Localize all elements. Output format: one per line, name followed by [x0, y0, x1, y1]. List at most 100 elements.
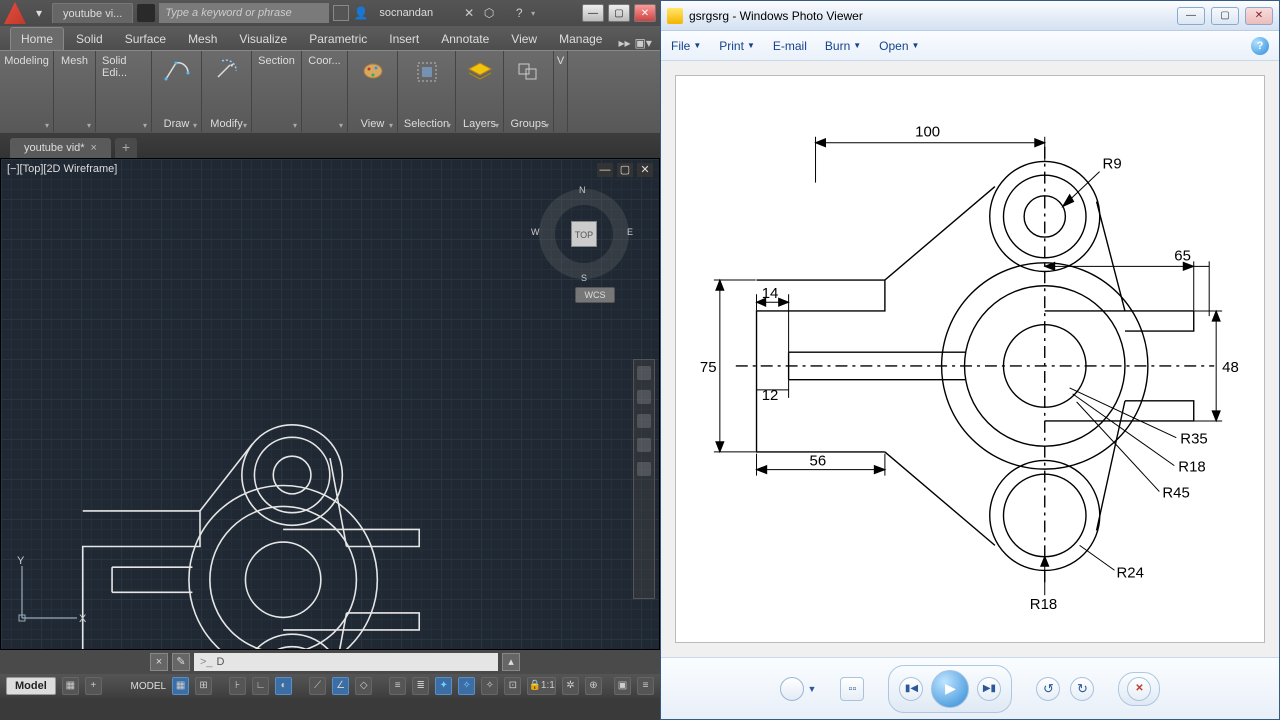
close-button[interactable]: ✕: [634, 4, 656, 22]
polar-icon[interactable]: ◐: [275, 677, 292, 695]
customize-icon[interactable]: ≡: [637, 677, 654, 695]
qat-dropdown-icon[interactable]: ▾: [30, 4, 48, 22]
previous-button[interactable]: ▮◀: [899, 677, 923, 701]
apps-grid-icon[interactable]: [333, 5, 349, 21]
save-icon[interactable]: [137, 4, 155, 22]
ribbon-panel-section[interactable]: Section▾: [252, 51, 302, 132]
viewcube[interactable]: TOP N S E W: [539, 189, 629, 279]
cmd-options-icon[interactable]: ✎: [172, 653, 190, 671]
vp-minimize-icon[interactable]: —: [597, 163, 613, 177]
signin-user-icon[interactable]: 👤: [353, 5, 369, 21]
units-icon[interactable]: ⊡: [504, 677, 521, 695]
pv-close-button[interactable]: ✕: [1245, 7, 1273, 25]
username-label[interactable]: socnandan: [373, 7, 439, 19]
cmd-recent-icon[interactable]: ▴: [502, 653, 520, 671]
actual-size-button[interactable]: ▫▫: [840, 677, 864, 701]
quickaccess-doc-tab[interactable]: youtube vi...: [52, 3, 133, 23]
autocad-logo-icon[interactable]: [4, 2, 26, 24]
menu-print[interactable]: Print▼: [719, 39, 755, 53]
cleanscreen-icon[interactable]: ▣: [614, 677, 631, 695]
ribbon-tab-visualize[interactable]: Visualize: [229, 28, 297, 50]
next-button[interactable]: ▶▮: [977, 677, 1001, 701]
ribbon-tab-surface[interactable]: Surface: [115, 28, 176, 50]
nav-zoom-icon[interactable]: [637, 414, 651, 428]
ortho-icon[interactable]: ∟: [252, 677, 269, 695]
ribbon-tab-manage[interactable]: Manage: [549, 28, 612, 50]
navigation-bar[interactable]: [633, 359, 655, 599]
close-tab-icon[interactable]: ×: [91, 142, 97, 154]
ribbon-panel-solidediting[interactable]: Solid Edi...▾: [96, 51, 152, 132]
pv-canvas[interactable]: 100 R9 65 14: [661, 61, 1279, 657]
vp-close-icon[interactable]: ✕: [637, 163, 653, 177]
wcs-badge[interactable]: WCS: [575, 287, 615, 303]
ribbon-tab-parametric[interactable]: Parametric: [299, 28, 377, 50]
layout-quickview-icon[interactable]: ▦: [62, 677, 79, 695]
nav-orbit-icon[interactable]: [637, 438, 651, 452]
command-input[interactable]: >_ D: [194, 653, 498, 671]
restore-button[interactable]: ▢: [608, 4, 630, 22]
annoscale-icon[interactable]: 🔒1:1: [527, 677, 556, 695]
ribbon-panel-coordinates[interactable]: Coor...▾: [302, 51, 348, 132]
a360-icon[interactable]: ⬡: [481, 5, 497, 21]
osnap-icon[interactable]: ∠: [332, 677, 349, 695]
isodraft-icon[interactable]: ⟋: [309, 677, 326, 695]
menu-open[interactable]: Open▼: [879, 39, 919, 53]
play-slideshow-button[interactable]: ▶: [931, 670, 969, 708]
layout-plus-icon[interactable]: +: [85, 677, 102, 695]
ribbon-panel-mesh[interactable]: Mesh▾: [54, 51, 96, 132]
ribbon-panel-draw[interactable]: Draw▾: [152, 51, 202, 132]
ribbon-tab-mesh[interactable]: Mesh: [178, 28, 227, 50]
new-tab-button[interactable]: +: [115, 138, 137, 158]
help-icon[interactable]: ?: [511, 5, 527, 21]
nav-showmotion-icon[interactable]: [637, 462, 651, 476]
delete-button[interactable]: ✕: [1127, 677, 1151, 701]
tpy-icon[interactable]: ✦: [435, 677, 452, 695]
zoom-control[interactable]: ▼: [780, 677, 817, 701]
ribbon-tab-home[interactable]: Home: [10, 27, 64, 50]
viewport-label[interactable]: [−][Top][2D Wireframe]: [7, 163, 117, 175]
rotate-ccw-button[interactable]: ↺: [1036, 677, 1060, 701]
pv-help-icon[interactable]: ?: [1251, 37, 1269, 55]
search-input[interactable]: Type a keyword or phrase: [159, 3, 329, 23]
pv-minimize-button[interactable]: —: [1177, 7, 1205, 25]
rotate-cw-button[interactable]: ↻: [1070, 677, 1094, 701]
grid-toggle-icon[interactable]: ▦: [172, 677, 189, 695]
ribbon-overflow[interactable]: V: [554, 51, 568, 132]
exchange-icon[interactable]: ✕: [461, 5, 477, 21]
ribbon-panel-modeling[interactable]: Modeling▾: [0, 51, 54, 132]
ribbon-panel-groups[interactable]: Groups▾: [504, 51, 554, 132]
viewcube-face[interactable]: TOP: [571, 221, 597, 247]
viewport[interactable]: [−][Top][2D Wireframe] — ▢ ✕: [0, 158, 660, 650]
vp-maximize-icon[interactable]: ▢: [617, 163, 633, 177]
ribbon-panel-modify[interactable]: Modify▾: [202, 51, 252, 132]
ribbon-panel-view[interactable]: View▾: [348, 51, 398, 132]
snapmode-icon[interactable]: ⊞: [195, 677, 212, 695]
magnifier-icon[interactable]: [780, 677, 804, 701]
pv-maximize-button[interactable]: ▢: [1211, 7, 1239, 25]
qp-icon[interactable]: ✧: [458, 677, 475, 695]
cmd-close-icon[interactable]: ×: [150, 653, 168, 671]
lwt-icon[interactable]: ≣: [412, 677, 429, 695]
infred-icon[interactable]: ⊦: [229, 677, 246, 695]
ribbon-tab-insert[interactable]: Insert: [379, 28, 429, 50]
menu-email[interactable]: E-mail: [773, 39, 807, 53]
minimize-button[interactable]: —: [582, 4, 604, 22]
sc-icon[interactable]: ✧: [481, 677, 498, 695]
ribbon-minimize-icon[interactable]: ▣▾: [635, 36, 652, 50]
ribbon-tab-solid[interactable]: Solid: [66, 28, 113, 50]
menu-burn[interactable]: Burn▼: [825, 39, 861, 53]
annomon-icon[interactable]: ⊕: [585, 677, 602, 695]
ribbon-tab-annotate[interactable]: Annotate: [431, 28, 499, 50]
ws-icon[interactable]: ✲: [562, 677, 579, 695]
ribbon-panel-selection[interactable]: Selection▾: [398, 51, 456, 132]
ribbon-scroll-icon[interactable]: ▸▸: [618, 36, 630, 50]
menu-file[interactable]: File▼: [671, 39, 701, 53]
model-space-button[interactable]: Model: [6, 677, 56, 695]
document-tab[interactable]: youtube vid*×: [10, 138, 111, 158]
nav-fullnav-icon[interactable]: [637, 366, 651, 380]
nav-pan-icon[interactable]: [637, 390, 651, 404]
3dosnap-icon[interactable]: ◇: [355, 677, 372, 695]
ribbon-panel-layers[interactable]: Layers▾: [456, 51, 504, 132]
ribbon-tab-view[interactable]: View: [501, 28, 547, 50]
otrack-icon[interactable]: ≡: [389, 677, 406, 695]
